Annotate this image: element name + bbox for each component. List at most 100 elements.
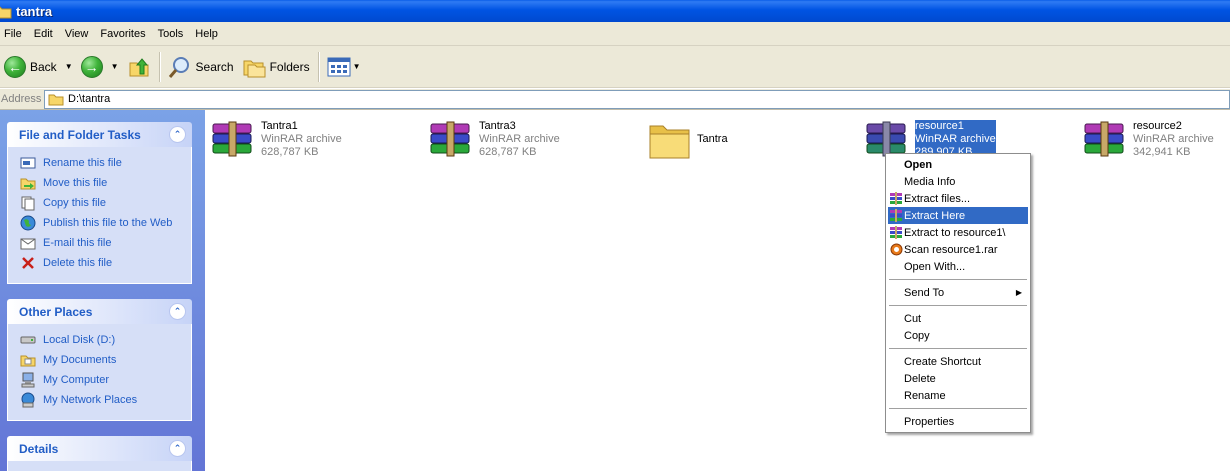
views-dropdown-icon[interactable]: ▼ xyxy=(353,62,361,71)
file-type: WinRAR archive xyxy=(261,133,342,145)
views-button[interactable]: ▼ xyxy=(323,50,365,84)
task-label: Delete this file xyxy=(43,257,113,269)
other-places-panel: Other Places ⌃ Local Disk (D:) My Docume… xyxy=(7,299,192,421)
address-input[interactable]: D:\tantra xyxy=(44,89,1230,109)
file-item-tantra1[interactable]: Tantra1 WinRAR archive 628,787 KB xyxy=(211,120,342,160)
details-title: Details xyxy=(19,441,59,456)
task-pane: File and Folder Tasks ⌃ Rename this file… xyxy=(0,110,205,471)
collapse-chevron-icon[interactable]: ⌃ xyxy=(169,440,186,457)
ctx-cut[interactable]: Cut xyxy=(888,310,1028,327)
ctx-label: Extract Here xyxy=(904,209,966,222)
task-label: Publish this file to the Web xyxy=(43,217,173,229)
window-title: tantra xyxy=(16,3,53,19)
place-label: My Computer xyxy=(43,374,110,386)
up-button[interactable] xyxy=(123,50,155,84)
documents-folder-icon xyxy=(20,352,36,368)
place-my-documents[interactable]: My Documents xyxy=(20,350,191,370)
back-dropdown-icon[interactable]: ▼ xyxy=(65,62,73,71)
ctx-label: Extract files... xyxy=(904,192,971,205)
globe-icon xyxy=(20,215,36,231)
ctx-label: Delete xyxy=(904,372,936,385)
other-places-header[interactable]: Other Places ⌃ xyxy=(7,299,192,324)
delete-icon xyxy=(20,255,36,271)
place-label: My Documents xyxy=(43,354,117,366)
winrar-icon xyxy=(890,209,902,222)
folder-icon xyxy=(0,6,12,18)
task-delete-file[interactable]: Delete this file xyxy=(20,253,191,273)
menu-tools[interactable]: Tools xyxy=(152,28,190,40)
toolbar-separator xyxy=(158,51,160,82)
ctx-copy[interactable]: Copy xyxy=(888,327,1028,344)
collapse-chevron-icon[interactable]: ⌃ xyxy=(169,303,186,320)
forward-dropdown-icon[interactable]: ▼ xyxy=(111,62,119,71)
ctx-open-with[interactable]: Open With... xyxy=(888,258,1028,275)
task-rename-file[interactable]: Rename this file xyxy=(20,153,191,173)
collapse-chevron-icon[interactable]: ⌃ xyxy=(169,126,186,143)
winrar-icon xyxy=(890,192,902,205)
copy-icon xyxy=(20,195,36,211)
toolbar: ← Back ▼ → ▼ Search Folders ▼ xyxy=(0,46,1230,88)
search-icon xyxy=(168,56,189,78)
menu-file[interactable]: File xyxy=(0,28,28,40)
ctx-extract-files[interactable]: Extract files... xyxy=(888,190,1028,207)
folder-name: Tantra xyxy=(697,133,728,145)
ctx-label: Open With... xyxy=(904,260,966,273)
menu-separator xyxy=(889,279,1027,280)
folder-icon xyxy=(48,94,64,105)
menu-separator xyxy=(889,348,1027,349)
folders-icon xyxy=(243,60,266,77)
task-publish-file[interactable]: Publish this file to the Web xyxy=(20,213,191,233)
folder-item-tantra[interactable]: Tantra xyxy=(647,120,728,160)
winrar-icon xyxy=(890,226,902,239)
address-path: D:\tantra xyxy=(68,93,111,105)
file-item-resource2[interactable]: resource2 WinRAR archive 342,941 KB xyxy=(1083,120,1214,160)
place-my-network[interactable]: My Network Places xyxy=(20,390,191,410)
ctx-create-shortcut[interactable]: Create Shortcut xyxy=(888,353,1028,370)
network-icon xyxy=(20,392,36,408)
menu-edit[interactable]: Edit xyxy=(28,28,59,40)
ctx-scan[interactable]: Scan resource1.rar xyxy=(888,241,1028,258)
menu-favorites[interactable]: Favorites xyxy=(94,28,151,40)
place-my-computer[interactable]: My Computer xyxy=(20,370,191,390)
toolbar-separator xyxy=(317,51,319,82)
file-folder-tasks-header[interactable]: File and Folder Tasks ⌃ xyxy=(7,122,192,147)
ctx-open[interactable]: Open xyxy=(888,156,1028,173)
task-move-file[interactable]: Move this file xyxy=(20,173,191,193)
details-header[interactable]: Details ⌃ xyxy=(7,436,192,461)
forward-button[interactable]: → ▼ xyxy=(77,50,123,84)
winrar-archive-icon xyxy=(430,121,470,157)
place-label: Local Disk (D:) xyxy=(43,334,116,346)
file-view[interactable]: Tantra1 WinRAR archive 628,787 KB Tantra… xyxy=(205,110,1230,471)
address-label: Address xyxy=(1,93,42,105)
ctx-extract-here[interactable]: Extract Here xyxy=(888,207,1028,224)
file-type: WinRAR archive xyxy=(1133,133,1214,145)
ctx-extract-to[interactable]: Extract to resource1\ xyxy=(888,224,1028,241)
back-arrow-icon: ← xyxy=(4,55,26,78)
menu-separator xyxy=(889,305,1027,306)
ctx-rename[interactable]: Rename xyxy=(888,387,1028,404)
back-button[interactable]: ← Back ▼ xyxy=(0,50,77,84)
submenu-arrow-icon: ▶ xyxy=(1015,288,1022,297)
file-size: 628,787 KB xyxy=(261,146,319,158)
ctx-send-to[interactable]: Send To ▶ xyxy=(888,284,1028,301)
menu-help[interactable]: Help xyxy=(189,28,224,40)
search-button[interactable]: Search xyxy=(164,50,238,84)
ctx-delete[interactable]: Delete xyxy=(888,370,1028,387)
menu-view[interactable]: View xyxy=(59,28,95,40)
details-panel: Details ⌃ xyxy=(7,436,192,471)
ctx-label: Copy xyxy=(904,329,930,342)
antivirus-icon xyxy=(890,243,903,256)
ctx-media-info[interactable]: Media Info xyxy=(888,173,1028,190)
file-folder-tasks-panel: File and Folder Tasks ⌃ Rename this file… xyxy=(7,122,192,284)
ctx-properties[interactable]: Properties xyxy=(888,413,1028,430)
ctx-label: Send To xyxy=(904,286,945,299)
task-copy-file[interactable]: Copy this file xyxy=(20,193,191,213)
task-email-file[interactable]: E-mail this file xyxy=(20,233,191,253)
ctx-label: Scan resource1.rar xyxy=(904,243,998,256)
file-type: WinRAR archive xyxy=(915,133,996,146)
file-item-tantra3[interactable]: Tantra3 WinRAR archive 628,787 KB xyxy=(429,120,560,160)
folders-button[interactable]: Folders xyxy=(238,50,314,84)
place-local-disk[interactable]: Local Disk (D:) xyxy=(20,330,191,350)
back-label: Back xyxy=(30,59,57,74)
file-name: Tantra1 xyxy=(261,120,298,132)
